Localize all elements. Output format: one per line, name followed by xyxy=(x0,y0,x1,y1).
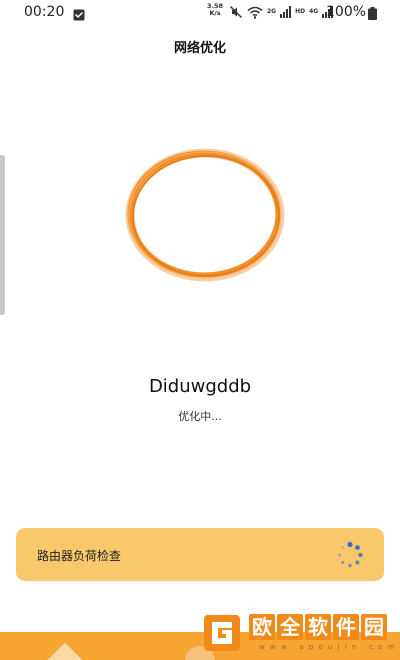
mute-icon xyxy=(229,5,243,19)
battery-percentage: 100% xyxy=(326,4,367,20)
page-title: 网络优化 xyxy=(173,41,226,56)
wifi-icon xyxy=(247,6,263,19)
edge-drag-handle[interactable] xyxy=(0,155,5,315)
battery-icon xyxy=(368,5,377,24)
net-tag-hd: HD xyxy=(295,8,306,15)
status-time: 00:20 xyxy=(24,4,65,20)
net-speed-unit: K/s xyxy=(209,9,221,17)
watermark-char: 欧 xyxy=(249,614,275,640)
net-tag-4g: 4G xyxy=(309,8,319,15)
check-label: 路由器负荷检查 xyxy=(37,549,122,563)
status-bar: 00:20 3.58 K/s 2G HD 4G 100% xyxy=(0,0,400,24)
watermark-url: w w w . a p o u j i n . c o m xyxy=(259,643,397,651)
net-speed: 3.58 K/s xyxy=(207,3,223,17)
watermark-text: 欧 全 软 件 园 xyxy=(249,614,387,640)
signal-icon xyxy=(280,6,292,18)
status-icons: 2G HD 4G xyxy=(229,4,334,20)
device-name: Diduwgddb xyxy=(148,376,252,397)
net-tag-2g: 2G xyxy=(267,8,277,15)
watermark-char: 件 xyxy=(333,614,359,640)
progress-ring-icon xyxy=(125,148,285,282)
watermark-logo-icon xyxy=(204,615,240,651)
watermark-char: 园 xyxy=(361,614,387,640)
optimization-status: 优化中... xyxy=(178,410,222,423)
router-load-check-card: 路由器负荷检查 xyxy=(16,528,384,581)
loading-spinner-icon xyxy=(338,541,363,568)
watermark-char: 软 xyxy=(305,614,331,640)
message-icon xyxy=(73,6,85,21)
watermark-char: 全 xyxy=(277,614,303,640)
watermark: 欧 全 软 件 园 w w w . a p o u j i n . c o m xyxy=(197,612,397,656)
